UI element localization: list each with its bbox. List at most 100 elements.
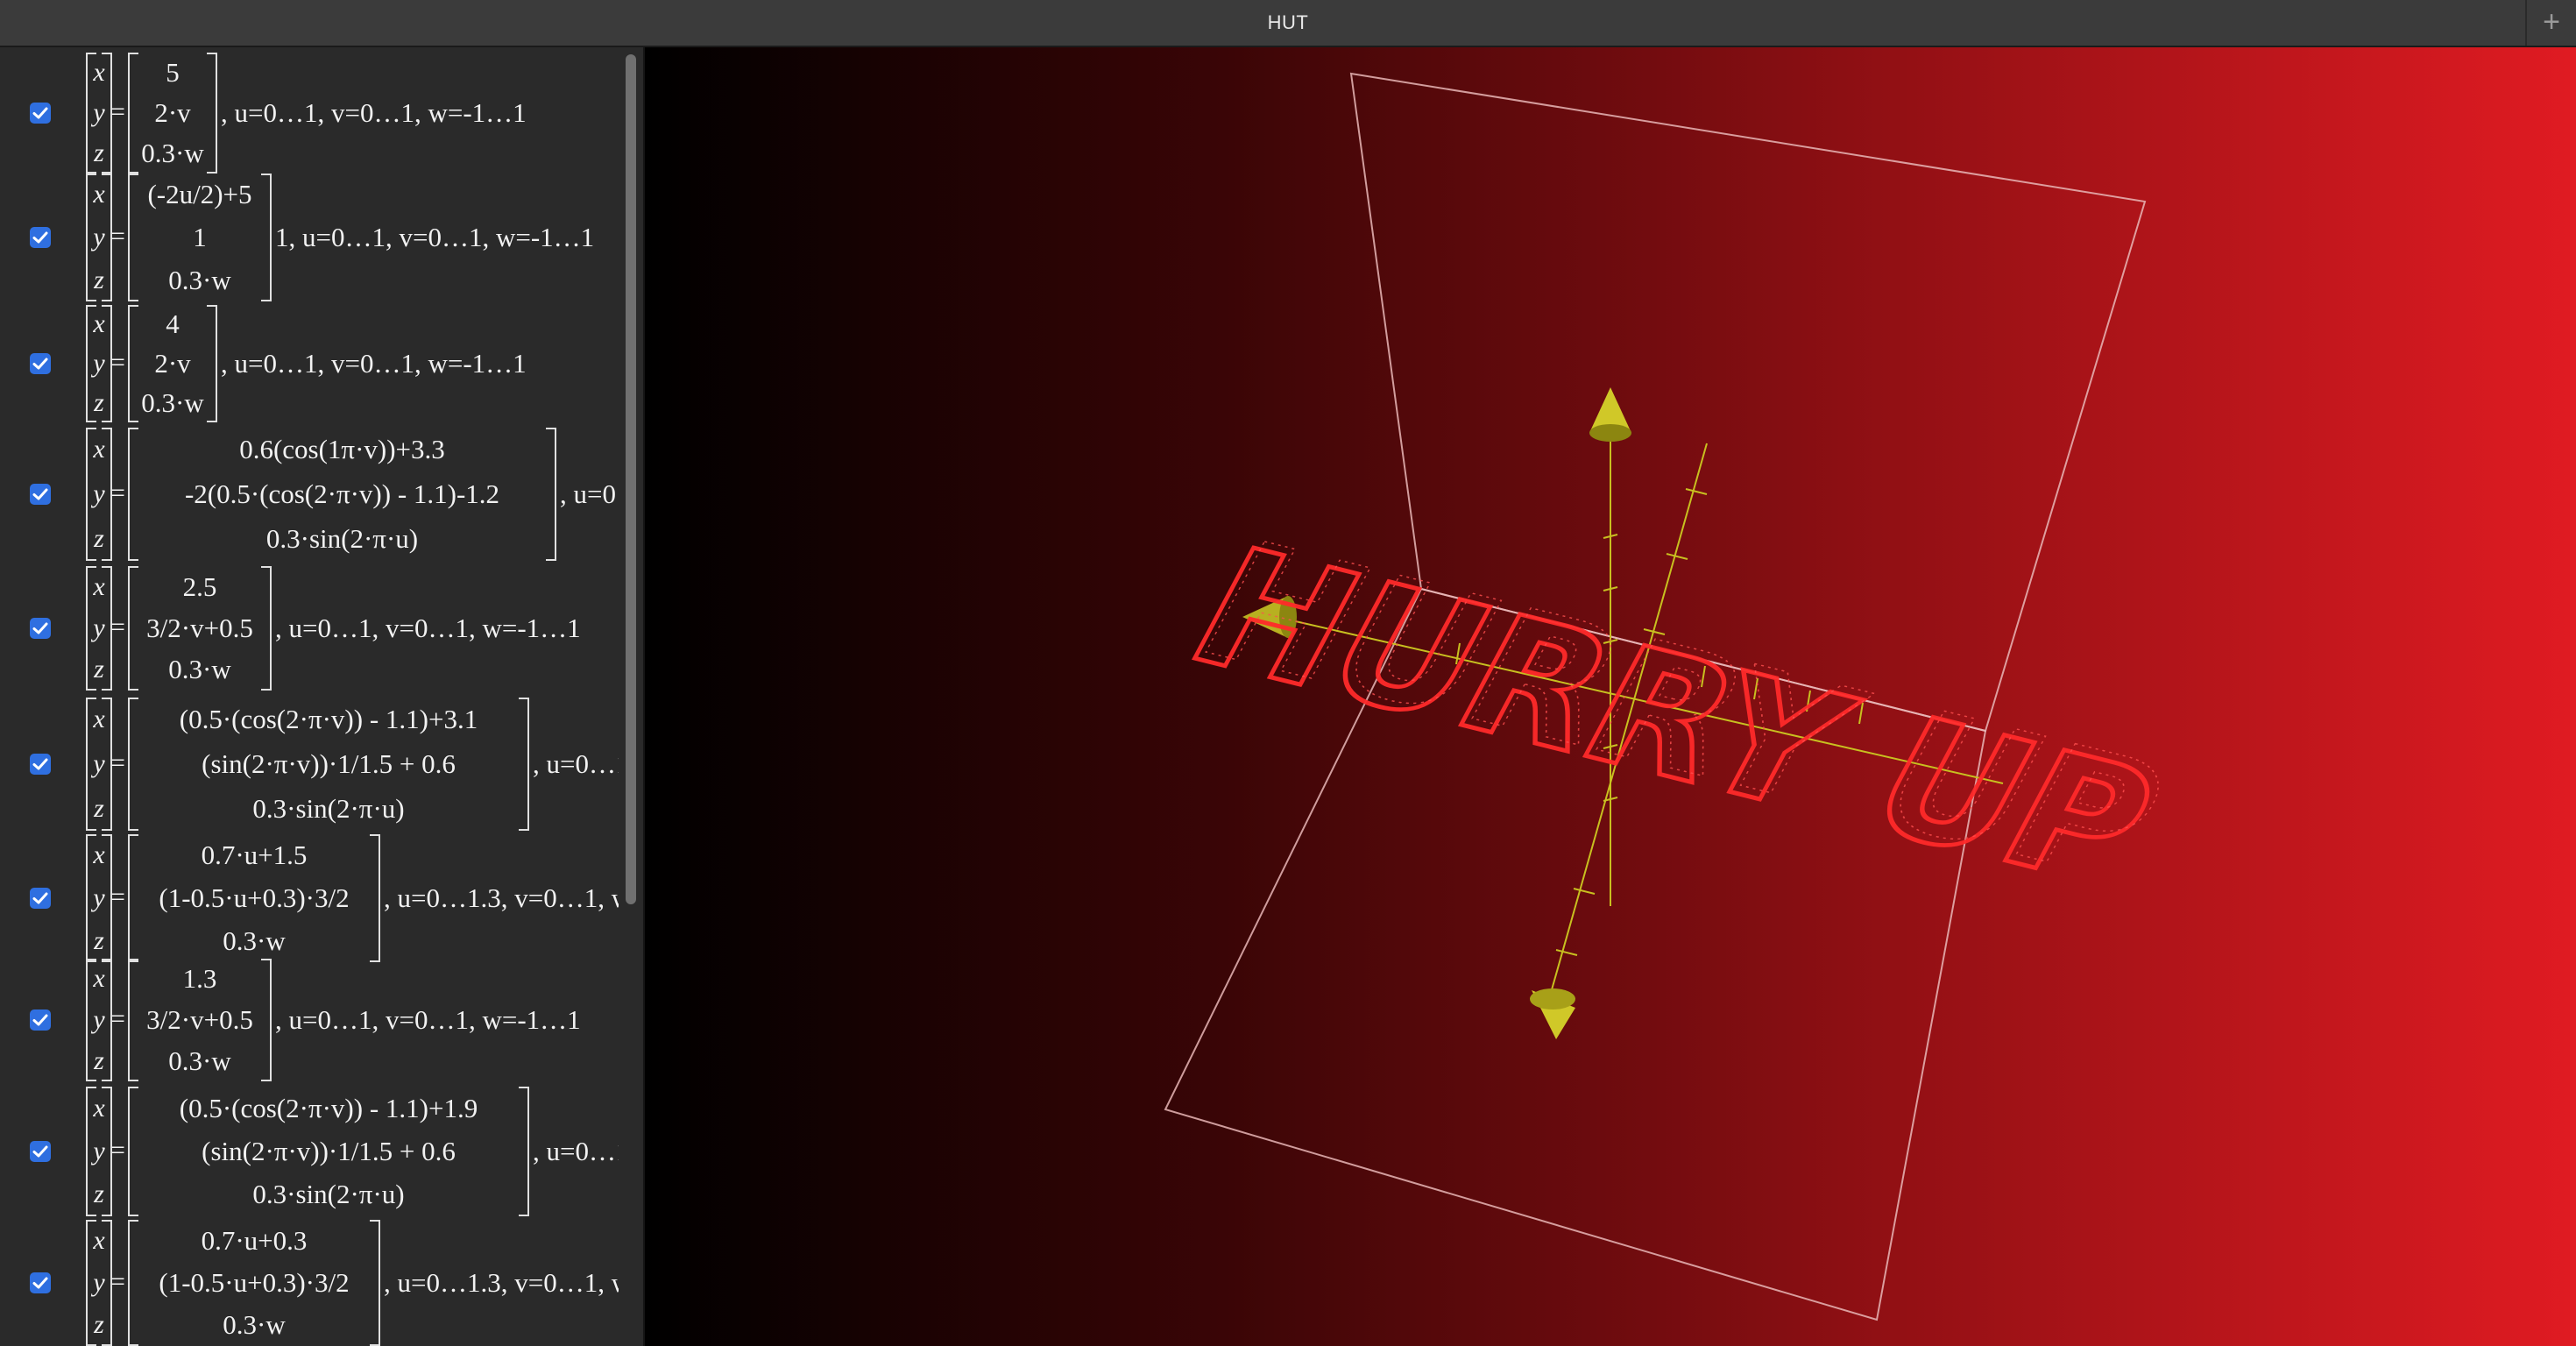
- expression-formula[interactable]: x y z = (-2u/2)+5 1 0.3·w 1, u=0…1, v=0…1, w=-1…: [77, 174, 619, 301]
- 3d-scene[interactable]: HURRY UP HURRY UP: [645, 47, 2576, 1346]
- component-expression: 3/2·v+0.5: [146, 1003, 253, 1035]
- hurry-up-mesh-text: HURRY UP HURRY UP: [1158, 507, 2195, 924]
- checkmark-icon: [32, 1277, 48, 1289]
- bracket-right: [261, 566, 272, 691]
- component-expression: 0.7·u+0.3: [201, 1225, 308, 1256]
- component-vector: 0.6(cos(1π·v))+3.3 -2(0.5·(cos(2·π·v)) - …: [131, 428, 553, 561]
- svg-text:HURRY UP: HURRY UP: [1171, 507, 2194, 916]
- equals-sign: =: [110, 1136, 125, 1165]
- expression-visible-checkbox[interactable]: [30, 754, 51, 775]
- expression-row[interactable]: x y z = 1.3 3/2·v+0.5 0.3·w, u=0…1, v=0…1, w=-…: [0, 959, 622, 1081]
- component-expression: 4: [166, 308, 180, 340]
- checkmark-icon: [32, 622, 48, 634]
- expression-row[interactable]: x y z = 5 2·v 0.3·w, u=0…1, v=0…1, w=-1…1: [0, 53, 622, 174]
- bracket-right: [207, 53, 217, 174]
- equals-sign: =: [110, 478, 125, 507]
- expression-formula[interactable]: x y z = 1.3 3/2·v+0.5 0.3·w, u=0…1, v=0…1, w=-…: [77, 959, 619, 1081]
- bracket-right: [519, 1087, 529, 1216]
- bracket-right: [370, 1220, 380, 1346]
- expression-formula[interactable]: x y z = 0.6(cos(1π·v))+3.3 -2(0.5·(cos(2·π·v)…: [77, 428, 619, 561]
- component-expression: (1-0.5·u+0.3)·3/2: [159, 1267, 350, 1298]
- component-expression: 0.3·w: [141, 386, 204, 418]
- expression-formula[interactable]: x y z = 5 2·v 0.3·w, u=0…1, v=0…1, w=-1…1: [77, 53, 619, 174]
- parameter-range: , u=0…1.3, v=0…1, w: [384, 882, 619, 913]
- component-expression: 0.7·u+1.5: [201, 839, 308, 871]
- expression-visible-checkbox[interactable]: [30, 618, 51, 639]
- component-vector: 2.5 3/2·v+0.5 0.3·w: [131, 566, 268, 691]
- expression-visible-checkbox[interactable]: [30, 1141, 51, 1162]
- checkmark-icon: [32, 231, 48, 244]
- 3d-viewport[interactable]: HURRY UP HURRY UP: [645, 47, 2576, 1346]
- parameter-range: , u=0…1.3, v=0…1, w: [384, 1267, 619, 1298]
- equals-sign: =: [110, 1004, 125, 1033]
- component-expression: 0.3·w: [168, 654, 231, 685]
- expression-visible-checkbox[interactable]: [30, 103, 51, 124]
- parameter-range: 1, u=0…1, v=0…1, w=-1…1: [275, 222, 595, 252]
- component-expression: 5: [166, 57, 180, 88]
- component-expression: (sin(2·π·v))·1/1.5 + 0.6: [202, 747, 456, 779]
- expression-visible-checkbox[interactable]: [30, 227, 51, 248]
- component-expression: 0.6(cos(1π·v))+3.3: [239, 434, 445, 465]
- expression-visible-checkbox[interactable]: [30, 1010, 51, 1031]
- checkmark-icon: [32, 488, 48, 500]
- expression-formula[interactable]: x y z = 4 2·v 0.3·w, u=0…1, v=0…1, w=-1…1: [77, 305, 619, 422]
- expression-visible-checkbox[interactable]: [30, 353, 51, 374]
- bracket-right: [261, 174, 272, 301]
- parameter-range: , u=0…1, v: [533, 1136, 619, 1166]
- checkmark-icon: [32, 107, 48, 119]
- equals-sign: =: [110, 748, 125, 777]
- component-expression: 0.3·w: [141, 138, 204, 168]
- expression-formula[interactable]: x y z = (0.5·(cos(2·π·v)) - 1.1)+1.9 (sin(2·π…: [77, 1087, 619, 1216]
- checkmark-icon: [32, 1145, 48, 1158]
- component-expression: 0.3·w: [168, 264, 231, 295]
- bracket-right: [370, 834, 380, 962]
- parameter-range: , u=0…1, v: [533, 748, 619, 779]
- expression-row[interactable]: x y z = 0.6(cos(1π·v))+3.3 -2(0.5·(cos(2·π·v)…: [0, 428, 622, 561]
- expression-visible-checkbox[interactable]: [30, 888, 51, 909]
- title-bar: HUT +: [0, 0, 2576, 47]
- component-expression: 0.3·w: [223, 1309, 286, 1340]
- expression-formula[interactable]: x y z = (0.5·(cos(2·π·v)) - 1.1)+3.1 (sin(2·π…: [77, 698, 619, 831]
- expression-list: x y z = 5 2·v 0.3·w, u=0…1, v=0…1, w=-1…1 x y z =(…: [0, 47, 645, 1346]
- checkmark-icon: [32, 758, 48, 770]
- component-vector: 4 2·v 0.3·w: [131, 305, 214, 422]
- parameter-range: , u=0…1, v=0…1, w=-1…1: [221, 97, 527, 128]
- component-expression: (sin(2·π·v))·1/1.5 + 0.6: [202, 1135, 456, 1166]
- bracket-right: [519, 698, 529, 831]
- expression-formula[interactable]: x y z = 0.7·u+1.5 (1-0.5·u+0.3)·3/2 0.3·w, u=0…: [77, 834, 619, 962]
- checkmark-icon: [32, 358, 48, 370]
- equals-sign: =: [110, 222, 125, 251]
- component-vector: 1.3 3/2·v+0.5 0.3·w: [131, 959, 268, 1081]
- expression-row[interactable]: x y z = (-2u/2)+5 1 0.3·w 1, u=0…1, v=0…1, w=-1…: [0, 174, 622, 301]
- component-expression: (0.5·(cos(2·π·v)) - 1.1)+3.1: [179, 704, 478, 735]
- checkmark-icon: [32, 892, 48, 904]
- parameter-range: , u=0…1, v=0…1, w=-1…1: [221, 348, 527, 379]
- scrollbar-thumb[interactable]: [626, 54, 636, 904]
- equals-sign: =: [110, 97, 125, 126]
- bracket-right: [207, 305, 217, 422]
- parameter-range: , u=0…1, v=0…1, w=-1…1: [275, 1004, 581, 1035]
- window-title: HUT: [1267, 11, 1309, 33]
- component-expression: 0.3·sin(2·π·u): [252, 792, 405, 824]
- component-expression: 2·v: [154, 97, 191, 128]
- checkmark-icon: [32, 1014, 48, 1026]
- expression-row[interactable]: x y z = 0.7·u+0.3 (1-0.5·u+0.3)·3/2 0.3·w, u=0…: [0, 1220, 622, 1346]
- expression-row[interactable]: x y z = (0.5·(cos(2·π·v)) - 1.1)+3.1 (sin(2·π…: [0, 698, 622, 831]
- expression-row[interactable]: x y z = 0.7·u+1.5 (1-0.5·u+0.3)·3/2 0.3·w, u=0…: [0, 834, 622, 962]
- component-expression: 1: [193, 221, 207, 252]
- equals-sign: =: [110, 613, 125, 641]
- component-vector: (0.5·(cos(2·π·v)) - 1.1)+1.9 (sin(2·π·v))…: [131, 1087, 526, 1216]
- expression-row[interactable]: x y z = (0.5·(cos(2·π·v)) - 1.1)+1.9 (sin(2·π…: [0, 1087, 622, 1216]
- expression-formula[interactable]: x y z = 0.7·u+0.3 (1-0.5·u+0.3)·3/2 0.3·w, u=0…: [77, 1220, 619, 1346]
- expression-formula[interactable]: x y z = 2.5 3/2·v+0.5 0.3·w, u=0…1, v=0…1, w=-…: [77, 566, 619, 691]
- equals-sign: =: [110, 1267, 125, 1296]
- expression-row[interactable]: x y z = 4 2·v 0.3·w, u=0…1, v=0…1, w=-1…1: [0, 305, 622, 422]
- component-vector: (-2u/2)+5 1 0.3·w: [131, 174, 268, 301]
- expression-visible-checkbox[interactable]: [30, 484, 51, 505]
- expression-row[interactable]: x y z = 2.5 3/2·v+0.5 0.3·w, u=0…1, v=0…1, w=-…: [0, 566, 622, 691]
- scrollbar[interactable]: [622, 51, 640, 1342]
- parameter-range: , u=0…1, v=0…1, w=-1…1: [275, 613, 581, 643]
- expression-visible-checkbox[interactable]: [30, 1272, 51, 1293]
- plus-icon[interactable]: +: [2525, 0, 2576, 46]
- equals-sign: =: [110, 348, 125, 377]
